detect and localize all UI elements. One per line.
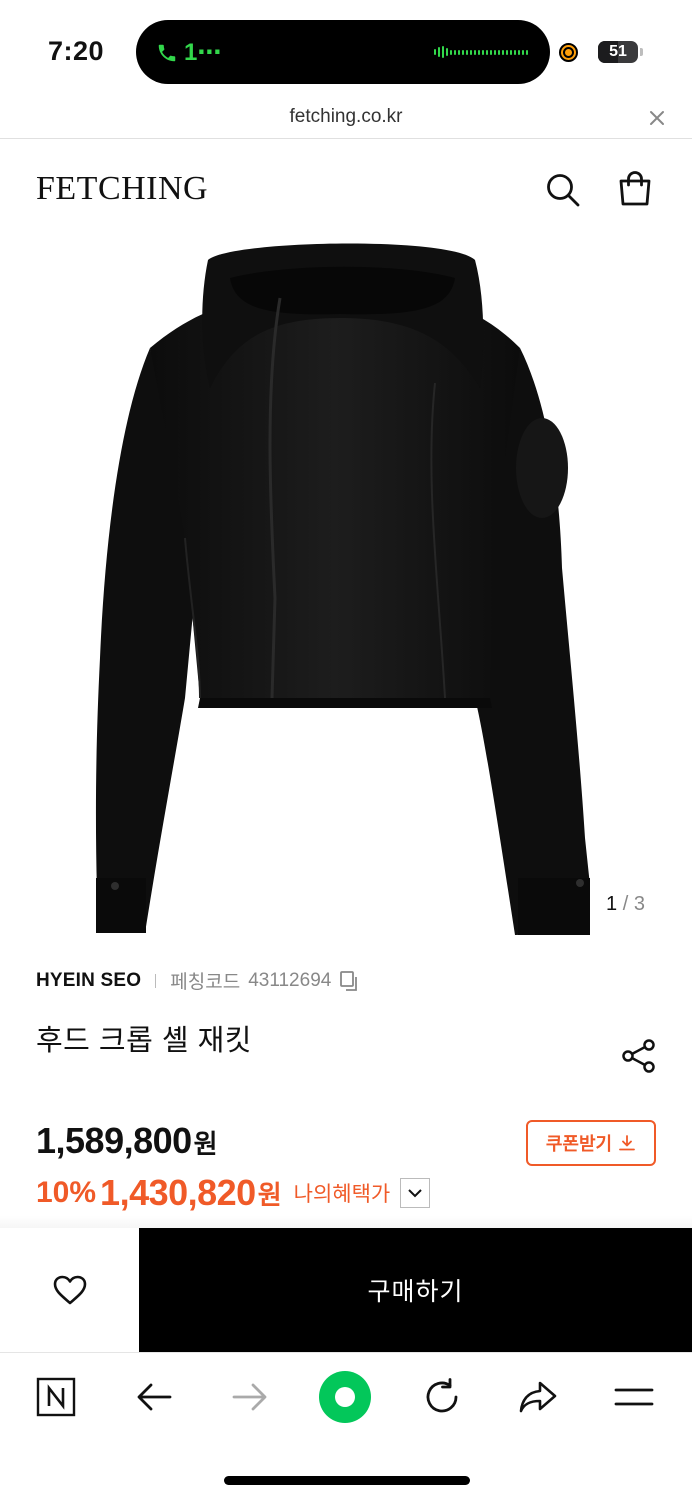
price-currency: 원 xyxy=(193,1129,218,1159)
reload-icon[interactable] xyxy=(420,1375,464,1419)
mic-indicator-icon xyxy=(559,43,578,62)
benefit-toggle[interactable] xyxy=(400,1178,431,1208)
sale-price: 1,430,820 xyxy=(100,1172,256,1213)
chevron-down-icon xyxy=(408,1189,422,1198)
original-price: 1,589,800원 xyxy=(36,1120,218,1162)
brand-row: HYEIN SEO 페칭코드 43112694 xyxy=(36,967,359,994)
divider xyxy=(155,973,157,988)
home-indicator[interactable] xyxy=(224,1476,470,1485)
price-value: 1,589,800 xyxy=(36,1120,192,1161)
battery-cap xyxy=(640,48,643,56)
site-logo[interactable]: FETCHING xyxy=(36,170,208,208)
buy-button[interactable]: 구매하기 xyxy=(139,1228,692,1352)
share-icon[interactable] xyxy=(620,1037,658,1075)
gallery-total: 3 xyxy=(633,893,645,915)
wishlist-button[interactable] xyxy=(0,1228,139,1352)
download-icon xyxy=(619,1135,636,1151)
url-text[interactable]: fetching.co.kr xyxy=(0,106,692,128)
gallery-current: 1 xyxy=(606,893,618,915)
coupon-label: 쿠폰받기 xyxy=(545,1134,613,1154)
dynamic-island[interactable]: 1⋯ xyxy=(136,20,550,84)
phone-icon xyxy=(158,44,176,61)
browser-nav xyxy=(0,1353,692,1441)
sale-currency: 원 xyxy=(257,1179,282,1210)
search-icon[interactable] xyxy=(543,170,581,208)
naver-n-icon[interactable] xyxy=(34,1375,78,1419)
close-icon[interactable] xyxy=(646,107,668,129)
heart-icon xyxy=(53,1275,86,1305)
copy-icon[interactable] xyxy=(339,970,359,992)
brand-name[interactable]: HYEIN SEO xyxy=(36,970,141,992)
call-duration: 1⋯ xyxy=(184,39,222,66)
benefit-label: 나의혜택가 xyxy=(293,1183,391,1206)
divider xyxy=(0,138,692,139)
sale-price-row: 10% 1,430,820 원 나의혜택가 xyxy=(36,1172,431,1214)
discount-percent: 10% xyxy=(36,1176,97,1209)
audio-wave-icon xyxy=(434,45,528,59)
back-arrow-icon[interactable] xyxy=(132,1375,176,1419)
forward-arrow-icon[interactable] xyxy=(228,1375,272,1419)
green-dot-icon[interactable] xyxy=(317,1369,373,1425)
product-image[interactable] xyxy=(90,238,590,938)
gallery-separator: / xyxy=(622,893,629,915)
share-arrow-icon[interactable] xyxy=(516,1375,560,1419)
menu-icon[interactable] xyxy=(612,1375,656,1419)
product-code: 43112694 xyxy=(248,969,332,991)
product-title: 후드 크롭 셸 재킷 xyxy=(36,1025,252,1057)
coupon-button[interactable]: 쿠폰받기 xyxy=(526,1120,656,1166)
status-time: 7:20 xyxy=(48,36,105,66)
battery-level: 51 xyxy=(609,43,627,60)
battery-icon: 51 xyxy=(598,41,638,63)
shopping-bag-icon[interactable] xyxy=(616,169,654,207)
gallery-counter: 1 / 3 xyxy=(606,893,645,916)
code-label: 페칭코드 xyxy=(170,972,241,993)
call-indicator: 1⋯ xyxy=(156,38,221,67)
